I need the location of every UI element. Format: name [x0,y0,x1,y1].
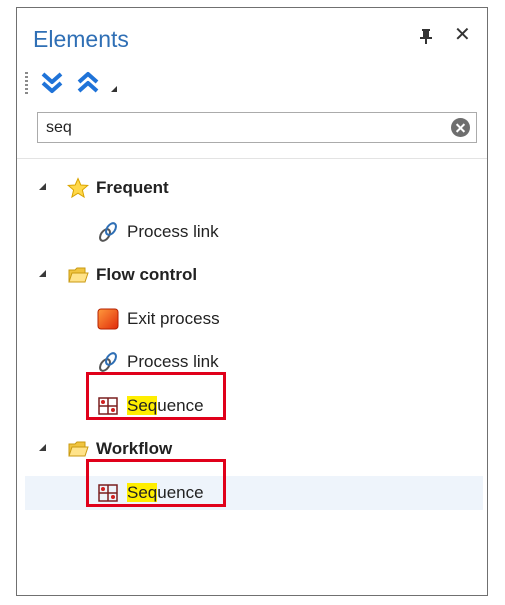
panel-header: Elements ✕ [17,8,487,68]
clear-search-icon[interactable] [451,118,470,137]
tree-group-flow-control[interactable]: Flow control [25,258,483,292]
sequence-icon [98,484,118,502]
expand-all-icon[interactable] [39,70,65,96]
sequence-icon [98,397,118,415]
search-match-rest: uence [157,483,204,502]
collapse-caret-icon[interactable] [39,444,46,451]
search-input[interactable] [46,117,426,139]
collapse-all-icon[interactable] [75,70,101,96]
tree-group-label: Workflow [96,439,173,458]
search-match-highlight: Seq [127,396,158,415]
search-box [37,112,477,143]
pin-icon[interactable] [417,27,435,45]
tree-item-label: Exit process [127,309,220,328]
tree-item-process-link[interactable]: Process link [25,215,483,249]
tree-group-frequent[interactable]: Frequent [25,171,483,205]
exit-process-icon [97,308,119,330]
folder-icon [68,267,89,283]
tree-item-label: Process link [127,222,219,241]
tree-item-label: Sequence [127,483,204,503]
folder-icon [68,441,89,457]
tree-item-label: Process link [127,352,219,371]
tree-item-exit-process[interactable]: Exit process [25,302,483,336]
toolbar-grip[interactable] [25,72,28,94]
tree-item-sequence[interactable]: Sequence [25,476,483,510]
search-match-rest: uence [157,396,204,415]
collapse-caret-icon[interactable] [39,183,46,190]
link-icon [99,222,117,242]
tree-group-label: Frequent [96,178,169,197]
elements-panel: Elements ✕ Frequen [16,7,488,596]
divider [17,158,487,159]
toolbar [17,70,217,96]
tree-group-workflow[interactable]: Workflow [25,432,483,466]
star-icon [67,177,89,199]
tree-item-process-link[interactable]: Process link [25,345,483,379]
collapse-caret-icon[interactable] [39,270,46,277]
tree-item-label: Sequence [127,396,204,416]
search-match-highlight: Seq [127,483,158,502]
tree-item-sequence[interactable]: Sequence [25,389,483,423]
toolbar-dropdown-icon[interactable] [111,86,117,92]
tree-group-label: Flow control [96,265,198,284]
link-icon [99,352,117,372]
close-icon[interactable]: ✕ [454,24,471,46]
panel-title: Elements [33,26,129,52]
